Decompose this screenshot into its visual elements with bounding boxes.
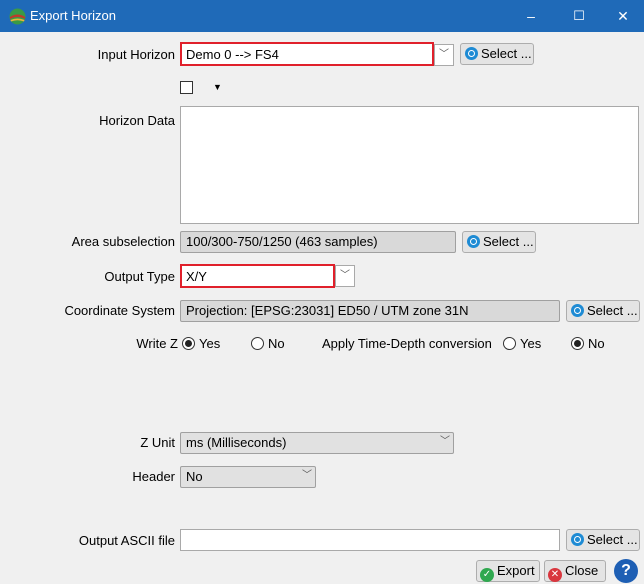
select-icon	[571, 304, 584, 317]
z-unit-value: ms (Milliseconds)	[186, 435, 287, 450]
export-button[interactable]: ✓ Export	[476, 560, 540, 582]
time-depth-no-label: No	[588, 336, 605, 351]
input-horizon-dropdown[interactable]: ﹀	[434, 44, 454, 66]
checkmark-icon: ✓	[480, 568, 494, 582]
horizon-data-list[interactable]	[180, 106, 639, 224]
write-z-yes-option[interactable]: Yes	[182, 335, 220, 353]
time-depth-no-radio[interactable]	[571, 337, 584, 350]
horizon-data-checkbox[interactable]	[180, 81, 193, 94]
write-z-no-option[interactable]: No	[251, 335, 285, 353]
select-button-label: Select ...	[587, 303, 638, 318]
z-unit-label: Z Unit	[140, 435, 175, 450]
write-z-yes-label: Yes	[199, 336, 221, 351]
select-icon	[467, 235, 480, 248]
output-type-combo[interactable]: X/Y	[180, 264, 335, 288]
chevron-down-icon: ﹀	[440, 436, 450, 447]
chevron-down-icon: ﹀	[439, 49, 449, 60]
write-z-no-radio[interactable]	[251, 337, 264, 350]
cancel-icon: ✕	[548, 568, 562, 582]
output-type-label: Output Type	[104, 269, 175, 284]
header-value: No	[186, 469, 203, 484]
time-depth-label: Apply Time-Depth conversion	[322, 336, 492, 351]
write-z-label: Write Z	[136, 336, 178, 351]
input-horizon-select-button[interactable]: Select ...	[460, 43, 534, 65]
time-depth-yes-radio[interactable]	[503, 337, 516, 350]
time-depth-no-option[interactable]: No	[571, 335, 605, 353]
export-button-label: Export	[497, 563, 535, 578]
output-type-dropdown[interactable]: ﹀	[335, 265, 355, 287]
header-label: Header	[132, 469, 175, 484]
close-window-button[interactable]: ✕	[600, 0, 644, 32]
title-bar: Export Horizon – ☐ ✕	[0, 0, 644, 32]
input-horizon-combo[interactable]: Demo 0 --> FS4	[180, 42, 434, 66]
output-file-input[interactable]	[180, 529, 560, 551]
area-subselection-select-button[interactable]: Select ...	[462, 231, 536, 253]
area-subselection-field: 100/300-750/1250 (463 samples)	[180, 231, 456, 253]
app-icon	[9, 8, 26, 25]
coordinate-system-field: Projection: [EPSG:23031] ED50 / UTM zone…	[180, 300, 560, 322]
select-button-label: Select ...	[483, 234, 534, 249]
header-combo[interactable]: No ﹀	[180, 466, 316, 488]
z-unit-combo[interactable]: ms (Milliseconds) ﹀	[180, 432, 454, 454]
output-file-select-button[interactable]: Select ...	[566, 529, 640, 551]
coordinate-system-label: Coordinate System	[64, 303, 175, 318]
time-depth-yes-label: Yes	[520, 336, 542, 351]
caret-down-icon[interactable]: ▼	[213, 82, 222, 92]
chevron-down-icon: ﹀	[302, 470, 312, 481]
select-button-label: Select ...	[481, 46, 532, 61]
window-title: Export Horizon	[30, 8, 116, 23]
help-icon: ?	[621, 562, 631, 579]
write-z-no-label: No	[268, 336, 285, 351]
coordinate-system-select-button[interactable]: Select ...	[566, 300, 640, 322]
select-icon	[571, 533, 584, 546]
chevron-down-icon: ﹀	[340, 270, 350, 281]
minimize-button[interactable]: –	[508, 0, 554, 32]
time-depth-yes-option[interactable]: Yes	[503, 335, 541, 353]
close-button[interactable]: ✕ Close	[544, 560, 606, 582]
close-button-label: Close	[565, 563, 599, 578]
horizon-data-label: Horizon Data	[99, 113, 175, 128]
select-icon	[465, 47, 478, 60]
maximize-button[interactable]: ☐	[556, 0, 602, 32]
help-button[interactable]: ?	[614, 559, 638, 583]
select-button-label: Select ...	[587, 532, 638, 547]
input-horizon-value: Demo 0 --> FS4	[186, 47, 279, 62]
input-horizon-label: Input Horizon	[97, 47, 175, 62]
area-subselection-label: Area subselection	[71, 234, 175, 249]
output-type-value: X/Y	[186, 269, 207, 284]
output-file-label: Output ASCII file	[78, 533, 175, 548]
write-z-yes-radio[interactable]	[182, 337, 195, 350]
